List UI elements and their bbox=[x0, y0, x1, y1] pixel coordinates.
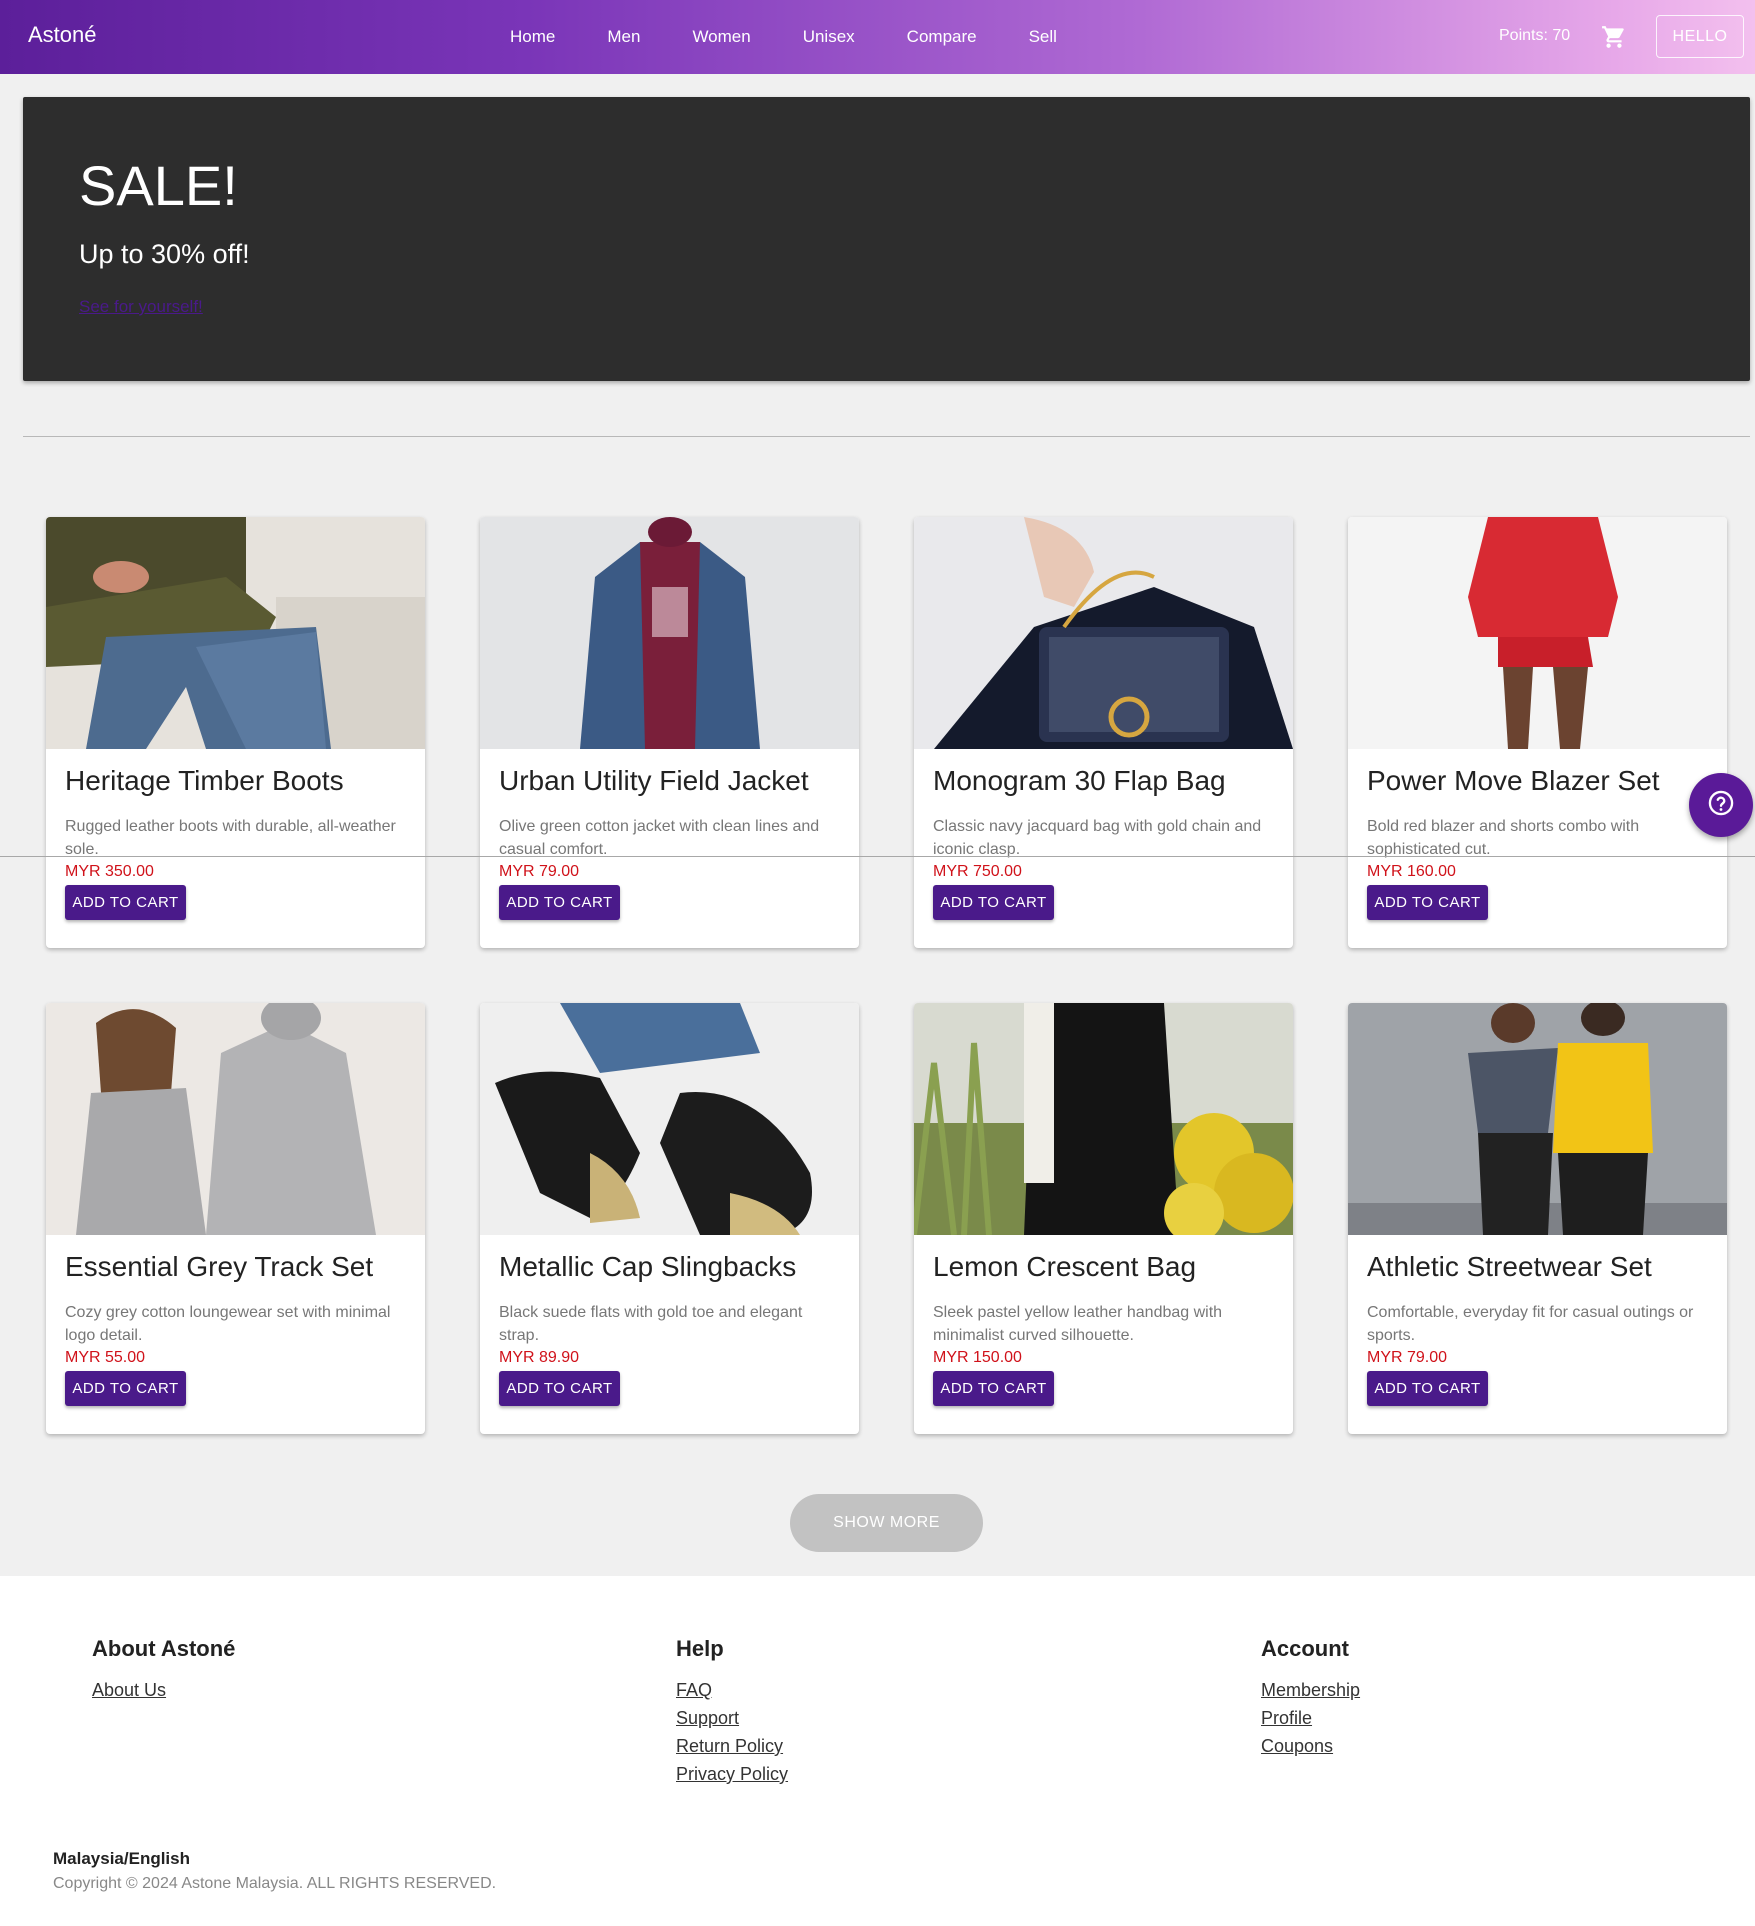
product-price: MYR 79.00 bbox=[1367, 1349, 1448, 1366]
product-description: Cozy grey cotton loungewear set with min… bbox=[65, 1304, 391, 1344]
section-divider bbox=[23, 436, 1750, 437]
footer-link-about-us[interactable]: About Us bbox=[92, 1676, 235, 1704]
product-price: MYR 160.00 bbox=[1367, 863, 1456, 880]
product-image[interactable] bbox=[46, 517, 425, 749]
add-to-cart-button[interactable]: ADD TO CART bbox=[1367, 1371, 1488, 1406]
add-to-cart-button[interactable]: ADD TO CART bbox=[499, 1371, 620, 1406]
footer-link-membership[interactable]: Membership bbox=[1261, 1676, 1360, 1704]
product-title[interactable]: Metallic Cap Slingbacks bbox=[499, 1251, 796, 1283]
product-price: MYR 350.00 bbox=[65, 863, 154, 880]
account-hello-button[interactable]: HELLO bbox=[1656, 15, 1744, 58]
footer-column-account: Account Membership Profile Coupons bbox=[1261, 1636, 1360, 1760]
add-to-cart-button[interactable]: ADD TO CART bbox=[933, 1371, 1054, 1406]
product-title[interactable]: Power Move Blazer Set bbox=[1367, 765, 1660, 797]
locale-selector[interactable]: Malaysia/English bbox=[53, 1849, 190, 1869]
footer-heading: Account bbox=[1261, 1636, 1349, 1661]
brand-logo[interactable]: Astoné bbox=[28, 22, 97, 48]
points-display: Points: 70 bbox=[1499, 27, 1571, 44]
footer-link-return-policy[interactable]: Return Policy bbox=[676, 1732, 788, 1760]
product-price: MYR 79.00 bbox=[499, 863, 580, 880]
product-title[interactable]: Lemon Crescent Bag bbox=[933, 1251, 1196, 1283]
product-title[interactable]: Athletic Streetwear Set bbox=[1367, 1251, 1652, 1283]
product-price: MYR 750.00 bbox=[933, 863, 1022, 880]
product-card: Lemon Crescent Bag Sleek pastel yellow l… bbox=[914, 1003, 1293, 1434]
product-description: Bold red blazer and shorts combo with so… bbox=[1367, 818, 1640, 858]
sale-banner: SALE! Up to 30% off! See for yourself! bbox=[23, 97, 1750, 381]
nav-link-compare[interactable]: Compare bbox=[907, 27, 977, 47]
product-card: Monogram 30 Flap Bag Classic navy jacqua… bbox=[914, 517, 1293, 948]
product-title[interactable]: Heritage Timber Boots bbox=[65, 765, 344, 797]
footer-heading: Help bbox=[676, 1636, 724, 1661]
product-card: Metallic Cap Slingbacks Black suede flat… bbox=[480, 1003, 859, 1434]
product-description: Comfortable, everyday fit for casual out… bbox=[1367, 1304, 1694, 1344]
nav-link-men[interactable]: Men bbox=[607, 27, 640, 47]
footer-link-profile[interactable]: Profile bbox=[1261, 1704, 1360, 1732]
product-image[interactable] bbox=[480, 1003, 859, 1235]
sale-link[interactable]: See for yourself! bbox=[79, 297, 203, 317]
add-to-cart-button[interactable]: ADD TO CART bbox=[933, 885, 1054, 920]
sale-title: SALE! bbox=[79, 154, 238, 217]
product-card: Urban Utility Field Jacket Olive green c… bbox=[480, 517, 859, 948]
product-image[interactable] bbox=[914, 1003, 1293, 1235]
nav-link-women[interactable]: Women bbox=[692, 27, 750, 47]
add-to-cart-button[interactable]: ADD TO CART bbox=[499, 885, 620, 920]
product-description: Black suede flats with gold toe and eleg… bbox=[499, 1304, 803, 1344]
sale-subtitle: Up to 30% off! bbox=[79, 239, 250, 269]
add-to-cart-button[interactable]: ADD TO CART bbox=[65, 1371, 186, 1406]
add-to-cart-button[interactable]: ADD TO CART bbox=[65, 885, 186, 920]
footer-column-help: Help FAQ Support Return Policy Privacy P… bbox=[676, 1636, 788, 1788]
top-navbar: Astoné Home Men Women Unisex Compare Sel… bbox=[0, 0, 1755, 74]
copyright-text: Copyright © 2024 Astone Malaysia. ALL RI… bbox=[53, 1875, 497, 1892]
product-title[interactable]: Monogram 30 Flap Bag bbox=[933, 765, 1226, 797]
overlay-line bbox=[0, 856, 1755, 857]
footer-link-support[interactable]: Support bbox=[676, 1704, 788, 1732]
nav-link-home[interactable]: Home bbox=[510, 27, 555, 47]
product-title[interactable]: Urban Utility Field Jacket bbox=[499, 765, 809, 797]
nav-link-unisex[interactable]: Unisex bbox=[803, 27, 855, 47]
show-more-button[interactable]: SHOW MORE bbox=[790, 1494, 983, 1552]
product-price: MYR 150.00 bbox=[933, 1349, 1022, 1366]
product-price: MYR 89.90 bbox=[499, 1349, 580, 1366]
help-button[interactable] bbox=[1689, 773, 1753, 837]
footer-heading: About Astoné bbox=[92, 1636, 236, 1661]
footer-column-about: About Astoné About Us bbox=[92, 1636, 235, 1704]
product-description: Olive green cotton jacket with clean lin… bbox=[499, 818, 820, 858]
product-image[interactable] bbox=[46, 1003, 425, 1235]
product-image[interactable] bbox=[1348, 1003, 1727, 1235]
product-card: Essential Grey Track Set Cozy grey cotto… bbox=[46, 1003, 425, 1434]
product-price: MYR 55.00 bbox=[65, 1349, 146, 1366]
product-description: Rugged leather boots with durable, all-w… bbox=[65, 818, 396, 858]
product-description: Sleek pastel yellow leather handbag with… bbox=[933, 1304, 1223, 1344]
help-circle-icon bbox=[1707, 789, 1735, 822]
site-footer: About Astoné About Us Help FAQ Support R… bbox=[0, 1576, 1755, 1926]
product-title[interactable]: Essential Grey Track Set bbox=[65, 1251, 373, 1283]
product-image[interactable] bbox=[480, 517, 859, 749]
footer-link-faq[interactable]: FAQ bbox=[676, 1676, 788, 1704]
footer-link-privacy-policy[interactable]: Privacy Policy bbox=[676, 1760, 788, 1788]
add-to-cart-button[interactable]: ADD TO CART bbox=[1367, 885, 1488, 920]
footer-link-coupons[interactable]: Coupons bbox=[1261, 1732, 1360, 1760]
product-description: Classic navy jacquard bag with gold chai… bbox=[933, 818, 1262, 858]
nav-link-sell[interactable]: Sell bbox=[1029, 27, 1057, 47]
shopping-cart-icon[interactable] bbox=[1601, 24, 1627, 50]
product-card: Power Move Blazer Set Bold red blazer an… bbox=[1348, 517, 1727, 948]
main-nav: Home Men Women Unisex Compare Sell bbox=[510, 0, 1109, 74]
product-image[interactable] bbox=[914, 517, 1293, 749]
product-image[interactable] bbox=[1348, 517, 1727, 749]
product-card: Athletic Streetwear Set Comfortable, eve… bbox=[1348, 1003, 1727, 1434]
product-card: Heritage Timber Boots Rugged leather boo… bbox=[46, 517, 425, 948]
